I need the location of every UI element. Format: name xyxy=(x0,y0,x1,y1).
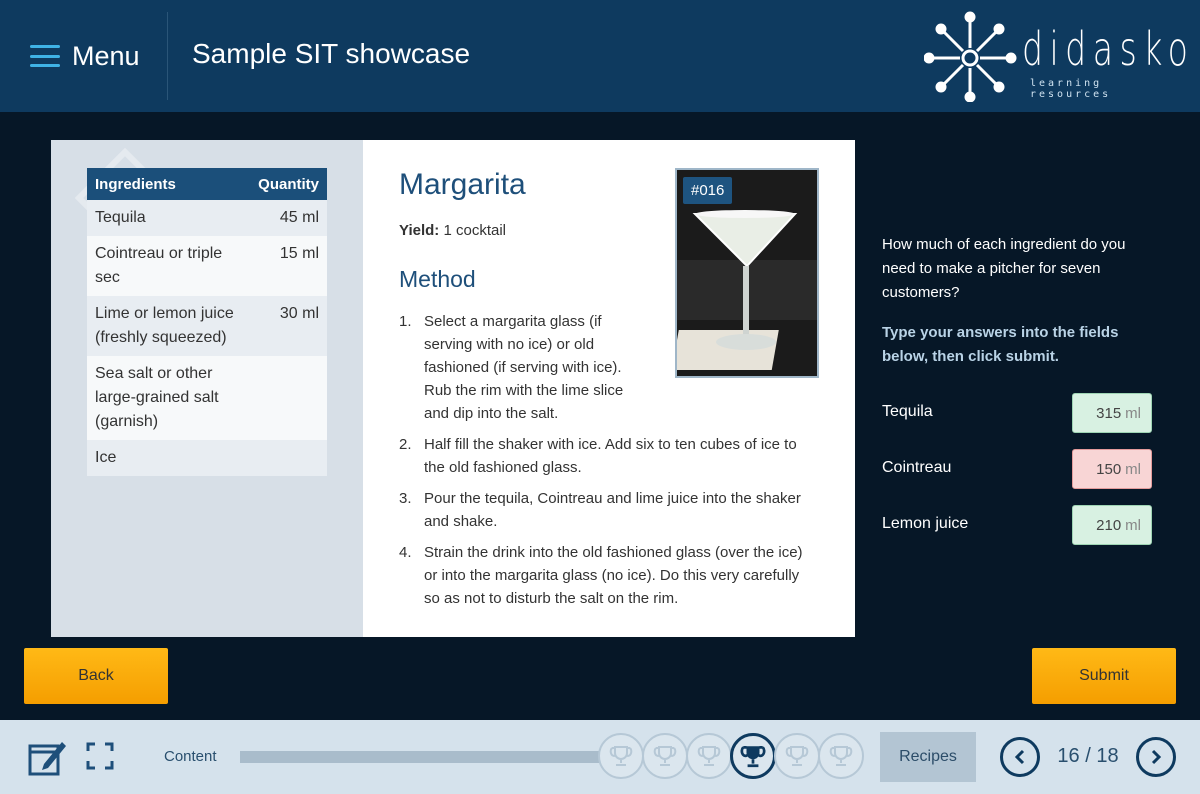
hamburger-icon xyxy=(30,45,60,67)
trophy-icon xyxy=(774,733,820,779)
ingredient-quantity: 15 ml xyxy=(250,236,327,296)
progress-bar xyxy=(240,751,620,763)
answer-value: 315 xyxy=(1096,404,1122,422)
cocktail-photo: #016 xyxy=(675,168,819,378)
recipe-number-badge: #016 xyxy=(683,177,733,204)
next-page-button[interactable] xyxy=(1136,737,1176,777)
answer-label-cointreau: Cointreau xyxy=(882,459,952,476)
course-title: Sample SIT showcase xyxy=(192,38,471,69)
ingredient-quantity xyxy=(250,356,327,440)
bottom-toolbar: Content Recipes 16 / 18 xyxy=(0,720,1200,794)
ingredients-panel: YOUR TURN Ingredients Quantity Tequila 4… xyxy=(51,140,363,637)
step-text: Select a margarita glass (if serving wit… xyxy=(424,313,624,422)
ingredient-name: Ice xyxy=(87,440,251,476)
top-header: Menu Sample SIT showcase didasko learnin… xyxy=(0,0,1200,112)
yield-label: Yield: xyxy=(399,222,440,239)
ingredient-quantity xyxy=(250,440,327,476)
didasko-logo: didasko learning resources xyxy=(923,10,1188,103)
trophy-icon xyxy=(818,733,864,779)
recipes-button[interactable]: Recipes xyxy=(880,732,976,782)
trophy-icon xyxy=(598,733,644,779)
trophy-icon xyxy=(642,733,688,779)
recipe-card: YOUR TURN Ingredients Quantity Tequila 4… xyxy=(51,140,855,637)
answer-unit: ml xyxy=(1125,404,1141,422)
ingredient-name: Tequila xyxy=(87,200,251,236)
ingredient-quantity: 30 ml xyxy=(250,296,327,356)
step-text: Strain the drink into the old fashioned … xyxy=(424,544,803,607)
page-counter: 16 / 18 xyxy=(1057,745,1119,767)
table-row: Cointreau or triple sec 15 ml xyxy=(87,236,327,296)
answer-field-tequila[interactable]: 315 ml xyxy=(1072,393,1152,433)
answer-value: 210 xyxy=(1096,516,1122,534)
ingredient-name: Sea salt or other large-grained salt (ga… xyxy=(87,356,251,440)
header-divider xyxy=(167,12,168,100)
starburst-logo-icon xyxy=(923,11,1017,103)
question-instruction: Type your answers into the fields below,… xyxy=(882,324,1119,365)
ingredient-name: Cointreau or triple sec xyxy=(87,236,251,296)
table-row: Tequila 45 ml xyxy=(87,200,327,236)
step-text: Half fill the shaker with ice. Add six t… xyxy=(424,436,797,476)
quantity-column-header: Quantity xyxy=(250,168,327,200)
table-row: Sea salt or other large-grained salt (ga… xyxy=(87,356,327,440)
list-item: 3. Pour the tequila, Cointreau and lime … xyxy=(399,487,813,533)
menu-button[interactable]: Menu xyxy=(30,38,140,74)
back-button[interactable]: Back xyxy=(24,648,168,704)
list-item: 4. Strain the drink into the old fashion… xyxy=(399,541,813,610)
answer-label-tequila: Tequila xyxy=(882,403,933,420)
step-number: 4. xyxy=(399,544,412,561)
table-row: Ice xyxy=(87,440,327,476)
notes-icon[interactable] xyxy=(28,738,68,778)
table-row: Lime or lemon juice (freshly squeezed) 3… xyxy=(87,296,327,356)
ingredient-quantity: 45 ml xyxy=(250,200,327,236)
step-number: 1. xyxy=(399,313,412,330)
trophy-icon xyxy=(686,733,732,779)
answer-unit: ml xyxy=(1125,516,1141,534)
question-text: How much of each ingredient do you need … xyxy=(882,236,1126,301)
previous-page-button[interactable] xyxy=(1000,737,1040,777)
fullscreen-icon[interactable] xyxy=(86,742,114,770)
recipe-yield: Yield: 1 cocktail xyxy=(399,222,506,239)
ingredients-column-header: Ingredients xyxy=(87,168,251,200)
logo-tagline: learning resources xyxy=(1030,78,1112,100)
answer-unit: ml xyxy=(1125,460,1141,478)
ingredient-name: Lime or lemon juice (freshly squeezed) xyxy=(87,296,251,356)
logo-wordmark: didasko xyxy=(1022,22,1195,76)
trophy-tracker xyxy=(598,733,864,781)
answer-field-lemon-juice[interactable]: 210 ml xyxy=(1072,505,1152,545)
step-text: Pour the tequila, Cointreau and lime jui… xyxy=(424,490,801,530)
list-item: 2. Half fill the shaker with ice. Add si… xyxy=(399,433,813,479)
step-number: 2. xyxy=(399,436,412,453)
chevron-left-icon xyxy=(1014,749,1025,765)
ingredients-table: Ingredients Quantity Tequila 45 ml Coint… xyxy=(87,168,327,476)
answer-label-lemon-juice: Lemon juice xyxy=(882,515,969,532)
answer-field-cointreau[interactable]: 150 ml xyxy=(1072,449,1152,489)
step-number: 3. xyxy=(399,490,412,507)
recipe-title: Margarita xyxy=(399,168,526,201)
chevron-right-icon xyxy=(1151,749,1162,765)
answer-value: 150 xyxy=(1096,460,1122,478)
method-heading: Method xyxy=(399,266,476,292)
submit-button[interactable]: Submit xyxy=(1032,648,1176,704)
menu-label: Menu xyxy=(72,40,140,71)
content-label: Content xyxy=(164,748,217,765)
yield-value: 1 cocktail xyxy=(443,222,506,239)
trophy-icon-current xyxy=(730,733,776,779)
table-header-row: Ingredients Quantity xyxy=(87,168,327,200)
